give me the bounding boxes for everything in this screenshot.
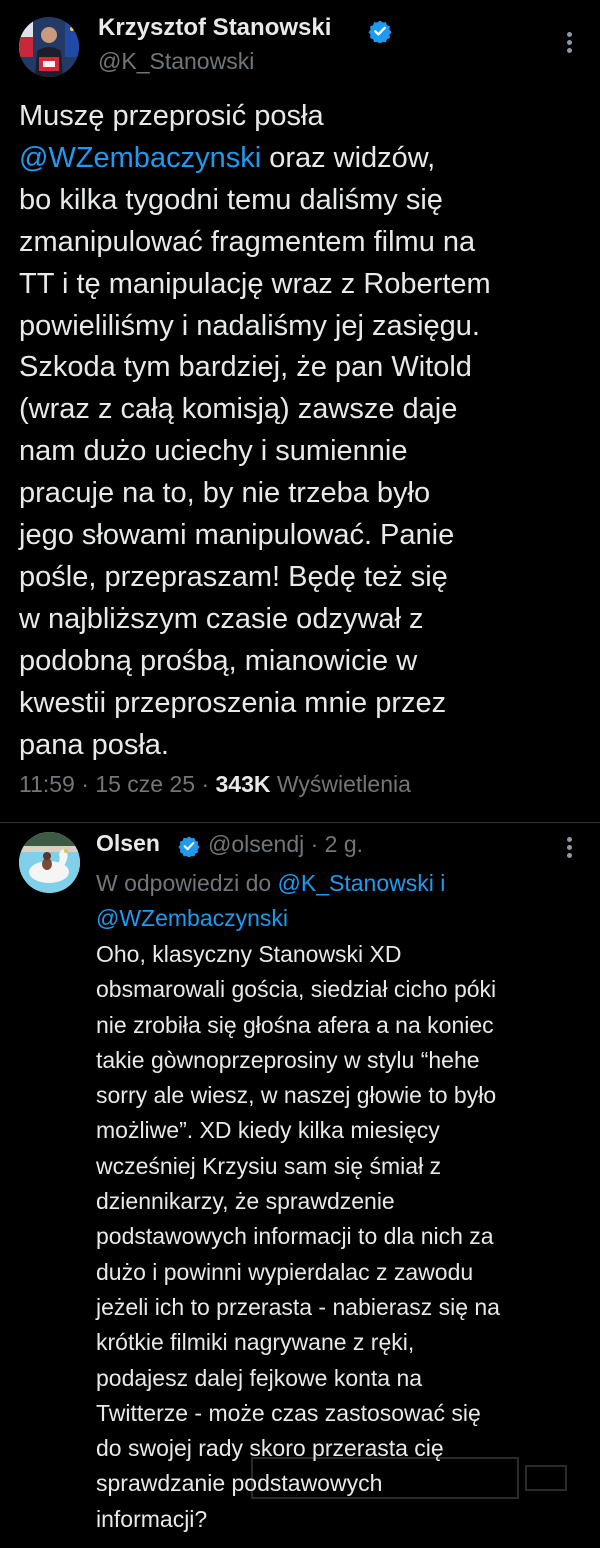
- tweet-text-line: TT i tę manipulację wraz z Robertem: [19, 264, 589, 306]
- tweet-text-line: (wraz z całą komisją) zawsze daje: [19, 389, 589, 431]
- verified-badge-icon: [178, 835, 200, 858]
- tweet-text-segment: pana posła.: [19, 728, 169, 761]
- tweet-text-segment: w najbliższym czasie odzywał z: [19, 602, 424, 635]
- tweet-text-line: nam dużo uciechy i sumiennie: [19, 431, 589, 473]
- reply-text-line: obsmarowali gościa, siedział cicho póki: [96, 976, 497, 1003]
- author-handle[interactable]: @K_Stanowski: [98, 48, 254, 75]
- reply-author-name[interactable]: Olsen: [96, 830, 160, 857]
- reply-text-line: wcześniej Krzysiu sam się śmiał z: [96, 1152, 442, 1179]
- tweet-text-segment: powieliliśmy i nadaliśmy jej zasięgu.: [19, 309, 480, 342]
- meta-separator: ·: [74, 771, 96, 797]
- more-options-icon[interactable]: [558, 30, 582, 56]
- reply-text-line: podajesz dalej fejkowe konta na: [96, 1364, 423, 1391]
- mention-link[interactable]: @WZembaczynski: [19, 142, 261, 174]
- verified-badge-icon: [368, 19, 392, 44]
- reply-text-line: informacji?: [96, 1505, 208, 1532]
- tweet-text-segment: oraz widzów,: [261, 141, 436, 174]
- tweet-meta: 11:59 · 15 cze 25 · 343K Wyświetlenia: [19, 771, 411, 798]
- tweet-text-segment: kwestii przeproszenia mnie przez: [19, 686, 447, 719]
- watermark: [250, 1452, 570, 1504]
- reply-text-line: dziennikarzy, że sprawdzenie: [96, 1188, 395, 1215]
- reply-text-line: Twitterze - może czas zastosować się: [96, 1399, 481, 1426]
- tweet-header: Krzysztof Stanowski @K_Stanowski: [0, 0, 600, 90]
- reply-text: Oho, klasyczny Stanowski XD obsmarowali g…: [96, 937, 591, 1537]
- tweet-text-segment: TT i tę manipulację wraz z Robertem: [19, 267, 491, 300]
- reply-handle-time[interactable]: @olsendj · 2 g.: [208, 831, 363, 858]
- meta-separator: ·: [195, 771, 216, 797]
- mention-link[interactable]: @K_Stanowski: [278, 870, 434, 896]
- reply-text-line: dużo i powinni wypierdalac z zawodu: [96, 1258, 474, 1285]
- reply-text-line: podstawowych informacji to dla nich za: [96, 1223, 494, 1250]
- views-count: 343K: [215, 771, 271, 797]
- divider: [0, 822, 600, 823]
- replying-to-label: W odpowiedzi do: [96, 870, 278, 896]
- tweet-text-line: jego słowami manipulować. Panie: [19, 515, 589, 557]
- tweet-text: Muszę przeprosić posła @WZembaczynski ora…: [19, 96, 589, 767]
- reply-text-line: nie zrobiła się głośna afera a na koniec: [96, 1011, 494, 1038]
- tweet-text-segment: jego słowami manipulować. Panie: [19, 519, 455, 552]
- mention-link[interactable]: i: [434, 870, 445, 896]
- reply-text-line: sorry ale wiesz, w naszej głowie to było: [96, 1082, 497, 1109]
- tweet-time[interactable]: 11:59: [19, 771, 75, 797]
- tweet-text-line: Muszę przeprosić posła: [19, 96, 589, 138]
- tweet-text-segment: zmanipulować fragmentem filmu na: [19, 225, 476, 258]
- tweet-text-line: w najbliższym czasie odzywał z: [19, 599, 589, 641]
- replying-to-line: @WZembaczynski: [96, 901, 576, 936]
- author-name[interactable]: Krzysztof Stanowski: [98, 14, 331, 42]
- tweet-text-segment: pracuje na to, by nie trzeba było: [19, 477, 431, 510]
- reply-text-line: możliwe”. XD kiedy kilka miesięcy: [96, 1117, 440, 1144]
- reply-text-line: krótkie filmiki nagrywane z ręki,: [96, 1329, 415, 1356]
- views-label: Wyświetlenia: [276, 771, 411, 797]
- tweet-text-segment: nam dużo uciechy i sumiennie: [19, 435, 408, 468]
- tweet-date[interactable]: 15 cze 25: [95, 771, 195, 797]
- replying-to: W odpowiedzi do @K_Stanowski i @WZembaczy…: [96, 866, 576, 936]
- tweet-text-line: pracuje na to, by nie trzeba było: [19, 473, 589, 515]
- author-avatar[interactable]: [19, 17, 79, 77]
- tweet-text-line: @WZembaczynski oraz widzów,: [19, 138, 589, 180]
- tweet-text-segment: Szkoda tym bardziej, że pan Witold: [19, 351, 472, 384]
- tweet-text-line: pośle, przepraszam! Będę też się: [19, 557, 589, 599]
- reply-avatar[interactable]: [19, 832, 80, 893]
- tweet-text-line: zmanipulować fragmentem filmu na: [19, 222, 589, 264]
- tweet-text-segment: Muszę przeprosić posła: [19, 100, 324, 132]
- tweet-text-segment: (wraz z całą komisją) zawsze daje: [19, 393, 458, 426]
- tweet-text-segment: pośle, przepraszam! Będę też się: [19, 560, 448, 593]
- reply-text-line: Oho, klasyczny Stanowski XD: [96, 941, 402, 967]
- tweet-text-segment: podobną prośbą, mianowicie w: [19, 644, 418, 677]
- more-options-icon[interactable]: [558, 835, 582, 861]
- tweet-text-line: powieliliśmy i nadaliśmy jej zasięgu.: [19, 306, 589, 348]
- reply-text-line: jeżeli ich to przerasta - nabierasz się …: [96, 1293, 500, 1320]
- tweet-text-line: Szkoda tym bardziej, że pan Witold: [19, 347, 589, 389]
- tweet-text-line: kwestii przeproszenia mnie przez: [19, 683, 589, 725]
- tweet-text-line: podobną prośbą, mianowicie w: [19, 641, 589, 683]
- replying-to-line: W odpowiedzi do @K_Stanowski i: [96, 866, 576, 901]
- tweet-text-segment: bo kilka tygodni temu daliśmy się: [19, 183, 443, 216]
- tweet-text-line: bo kilka tygodni temu daliśmy się: [19, 180, 589, 222]
- tweet-text-line: pana posła.: [19, 725, 589, 767]
- mention-link[interactable]: @WZembaczynski: [96, 905, 288, 931]
- reply-text-line: takie gòwnoprzeprosiny w stylu “hehe: [96, 1046, 480, 1073]
